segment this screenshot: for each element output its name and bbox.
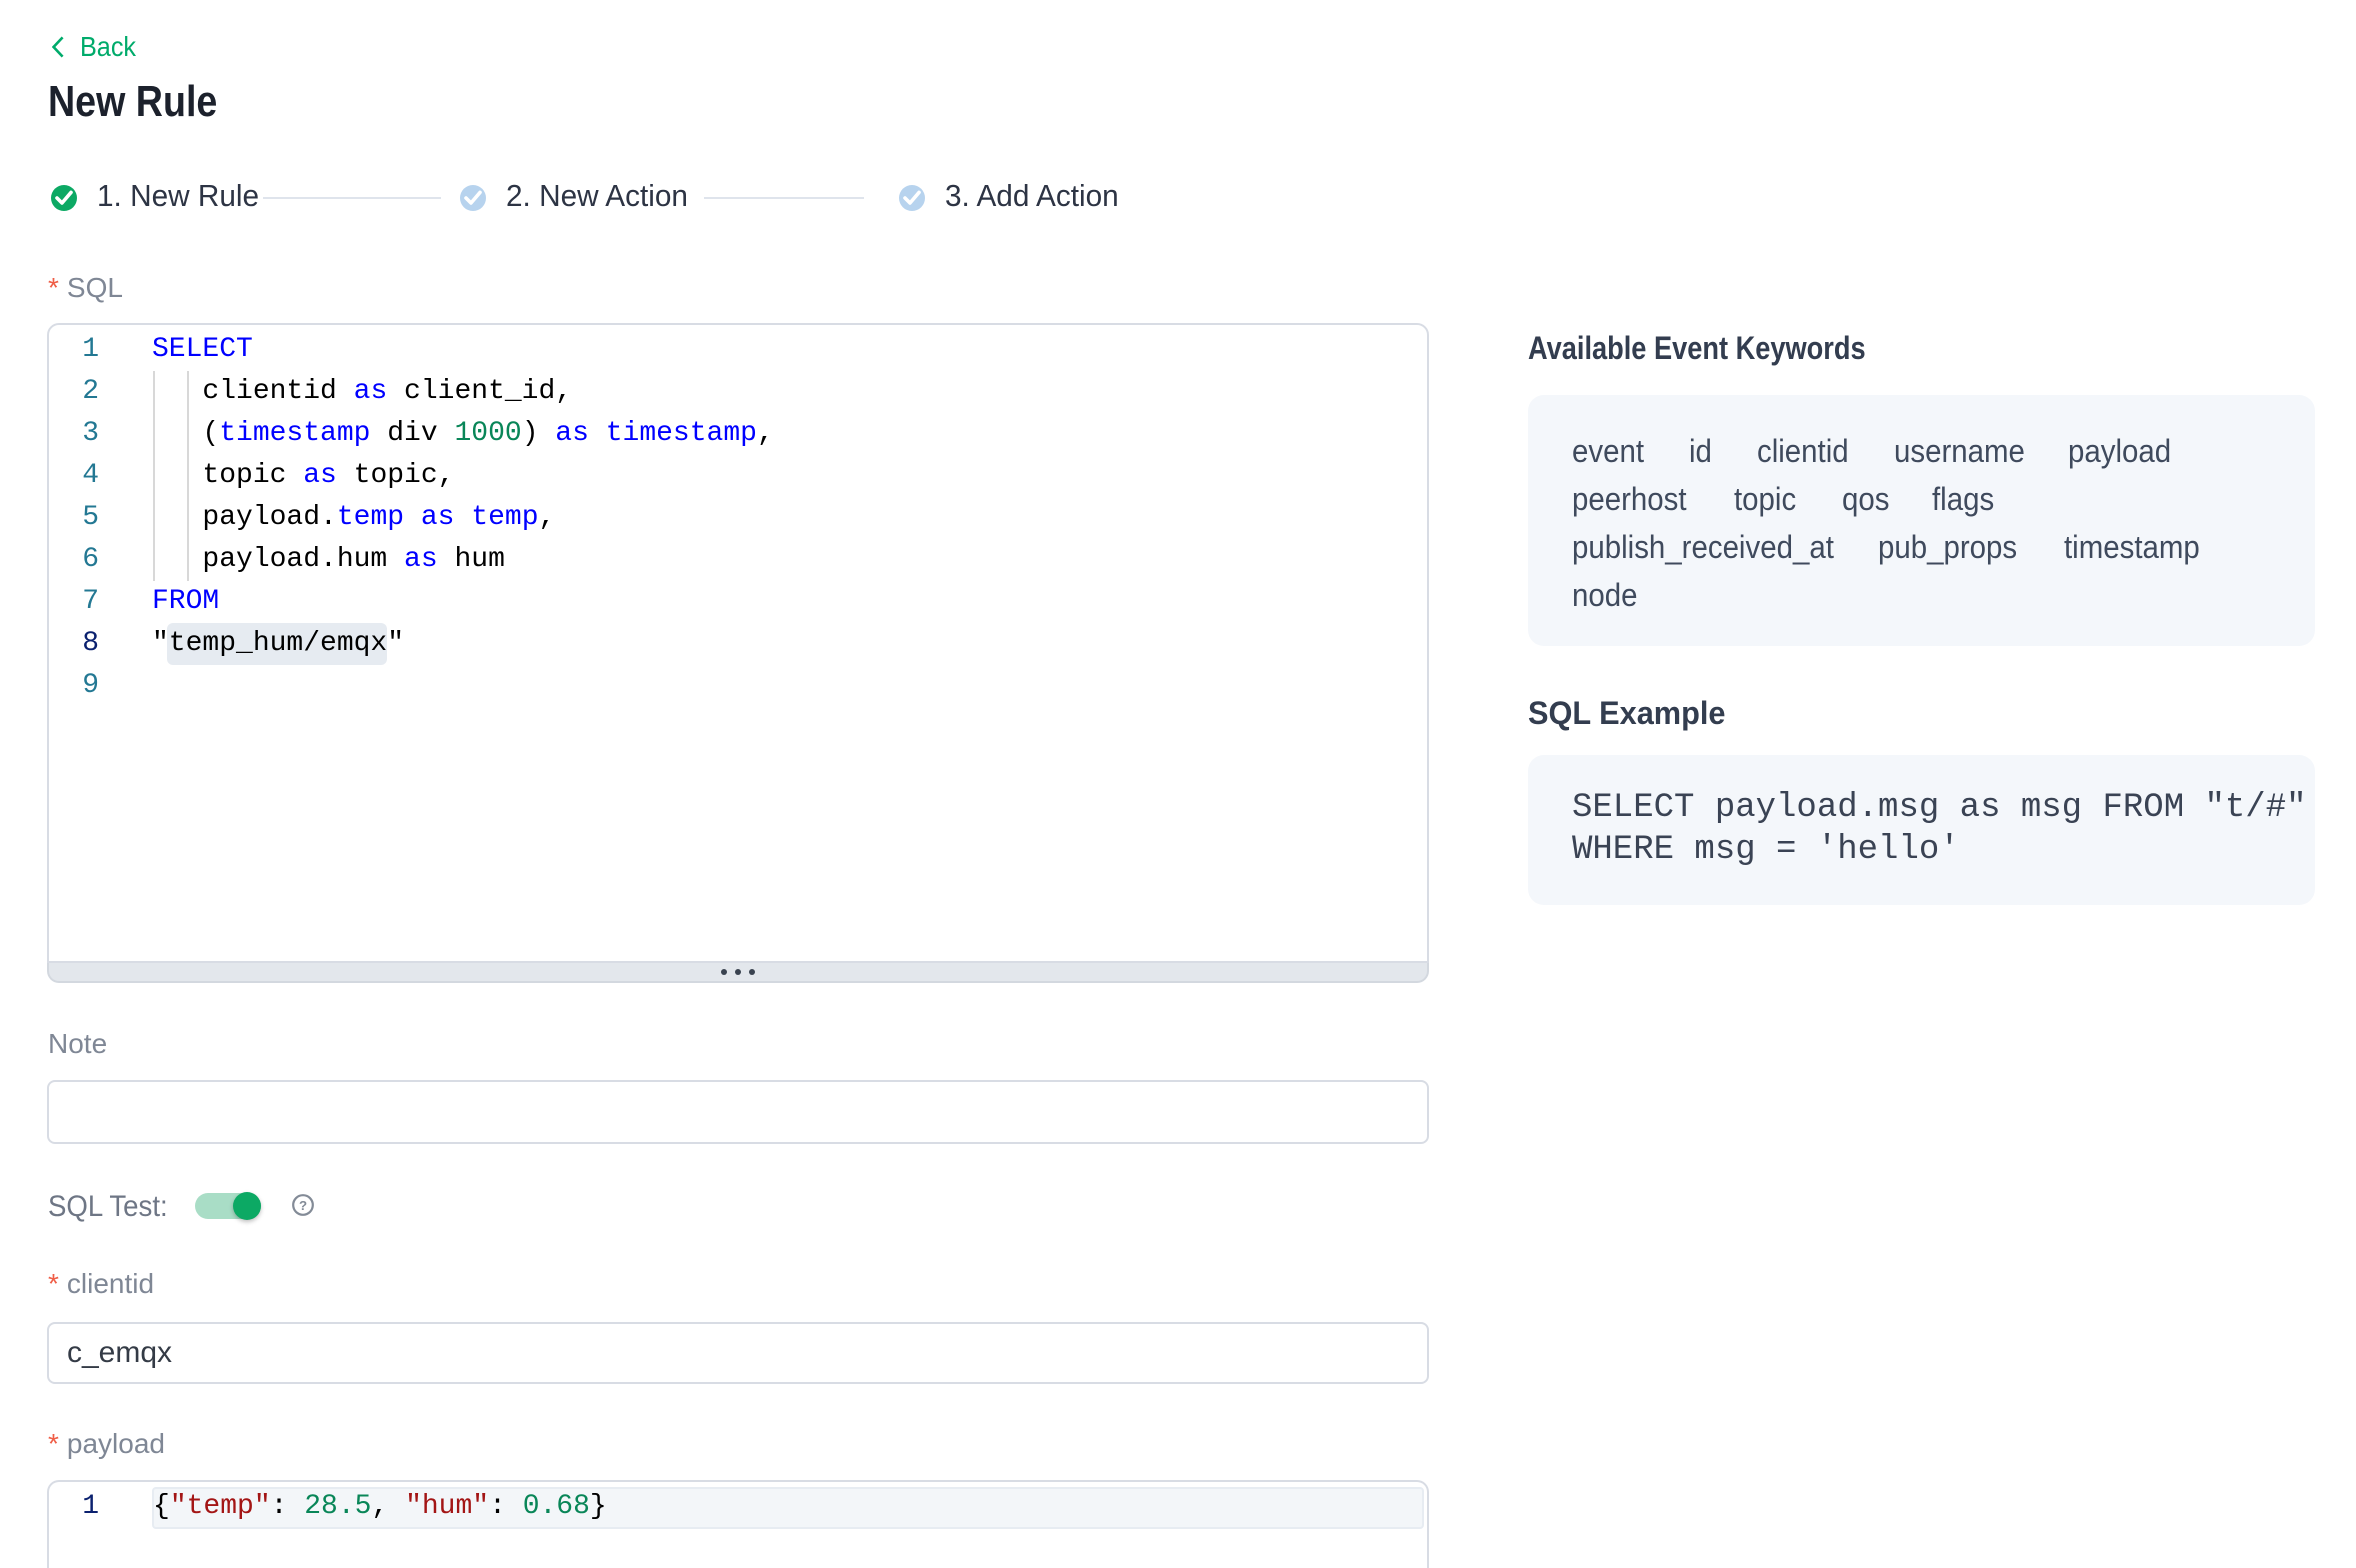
- svg-text:?: ?: [299, 1198, 307, 1213]
